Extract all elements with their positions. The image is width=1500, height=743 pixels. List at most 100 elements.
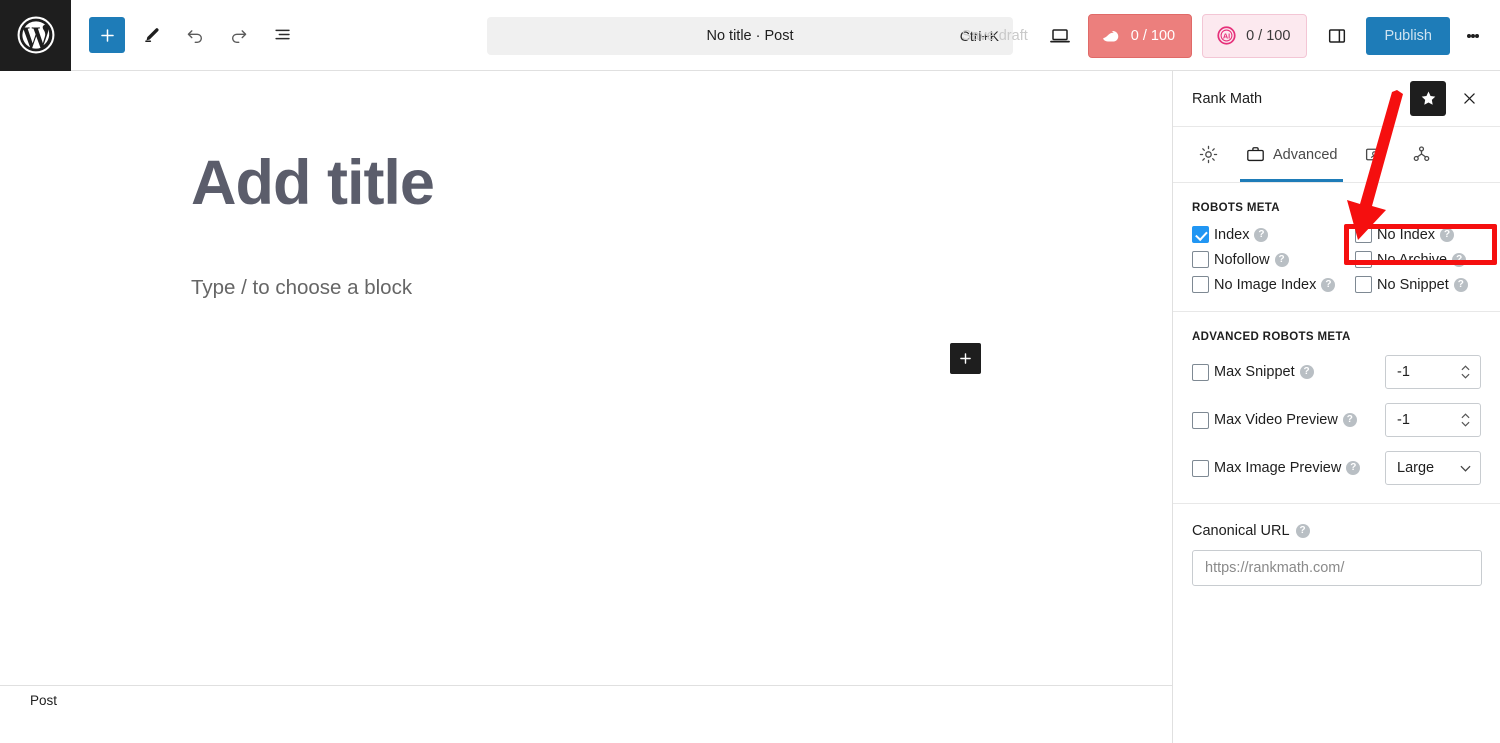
checkbox-no-image-index[interactable] bbox=[1192, 276, 1209, 293]
help-question-icon[interactable]: ? bbox=[1274, 252, 1289, 267]
rank-math-favorite-button[interactable] bbox=[1410, 81, 1446, 116]
add-block-button[interactable] bbox=[89, 17, 125, 53]
rank-math-tabs: Advanced bbox=[1173, 127, 1500, 183]
seo-score-badge[interactable]: 0 / 100 bbox=[1087, 13, 1193, 58]
save-draft-button[interactable]: Save draft bbox=[962, 28, 1028, 44]
preview-button[interactable] bbox=[1042, 18, 1078, 54]
max-video-preview-left: Max Video Preview ? bbox=[1192, 411, 1385, 429]
seo-score-value: 0 / 100 bbox=[1130, 27, 1176, 44]
checkbox-max-video-preview[interactable] bbox=[1192, 411, 1209, 429]
toolbar-right-group: Save draft 0 / 100 AI 0 / 100 Publish bbox=[962, 0, 1490, 71]
tab-advanced[interactable]: Advanced bbox=[1234, 127, 1349, 182]
edit-tools-button[interactable] bbox=[133, 17, 169, 53]
checkbox-row-no-image-index[interactable]: No Image Index ? bbox=[1192, 276, 1355, 293]
chevron-down-icon bbox=[1460, 421, 1470, 427]
editor-options-button[interactable] bbox=[1456, 17, 1490, 55]
close-icon bbox=[1463, 93, 1475, 104]
label-max-video-preview: Max Video Preview bbox=[1214, 412, 1338, 428]
rank-math-title: Rank Math bbox=[1192, 90, 1263, 107]
command-center-search[interactable]: No title · Post Ctrl+K bbox=[487, 17, 1013, 55]
ai-score-badge[interactable]: AI 0 / 100 bbox=[1202, 13, 1308, 58]
label-no-image-index: No Image Index bbox=[1214, 276, 1317, 293]
checkbox-row-nofollow[interactable]: Nofollow ? bbox=[1192, 251, 1355, 268]
help-question-icon[interactable]: ? bbox=[1254, 227, 1269, 242]
max-snippet-stepper[interactable] bbox=[1458, 365, 1480, 379]
label-index: Index bbox=[1214, 226, 1250, 243]
command-center-title: No title · Post bbox=[706, 28, 794, 44]
canonical-url-section: Canonical URL ? bbox=[1173, 504, 1500, 604]
wordpress-block-editor: No title · Post Ctrl+K Save draft 0 / 10… bbox=[0, 0, 1500, 743]
briefcase-advanced-icon bbox=[1247, 147, 1264, 162]
checkbox-row-no-snippet[interactable]: No Snippet ? bbox=[1355, 276, 1481, 293]
tab-schema[interactable] bbox=[1400, 127, 1443, 182]
rank-math-bird-icon bbox=[1103, 30, 1119, 41]
label-max-snippet: Max Snippet bbox=[1214, 364, 1295, 380]
checkbox-row-no-index[interactable]: No Index ? bbox=[1355, 226, 1481, 243]
tab-advanced-label: Advanced bbox=[1273, 146, 1338, 163]
label-no-snippet: No Snippet bbox=[1377, 276, 1449, 293]
chevron-up-icon bbox=[1460, 365, 1470, 371]
editor-top-toolbar: No title · Post Ctrl+K Save draft 0 / 10… bbox=[0, 0, 1500, 71]
post-title-input[interactable]: Add title bbox=[191, 147, 435, 219]
max-snippet-left: Max Snippet ? bbox=[1192, 363, 1385, 381]
gear-general-icon bbox=[1199, 145, 1218, 164]
max-video-preview-stepper[interactable] bbox=[1458, 413, 1480, 427]
wordpress-logo-button[interactable] bbox=[0, 0, 71, 71]
help-question-icon[interactable]: ? bbox=[1342, 413, 1357, 427]
max-image-preview-row: Max Image Preview ? Large bbox=[1192, 451, 1481, 485]
checkbox-max-snippet[interactable] bbox=[1192, 363, 1209, 381]
chevron-down-icon bbox=[1460, 373, 1470, 379]
max-snippet-input[interactable]: -1 bbox=[1385, 355, 1481, 389]
settings-sidebar-icon bbox=[1329, 28, 1346, 43]
checkbox-row-index[interactable]: Index ? bbox=[1192, 226, 1355, 243]
inserter-add-block-button[interactable] bbox=[950, 343, 981, 374]
help-question-icon[interactable]: ? bbox=[1299, 365, 1314, 379]
tab-social[interactable] bbox=[1353, 127, 1396, 182]
checkbox-no-index[interactable] bbox=[1355, 226, 1372, 243]
checkbox-nofollow[interactable] bbox=[1192, 251, 1209, 268]
checkbox-no-archive[interactable] bbox=[1355, 251, 1372, 268]
checkbox-max-image-preview[interactable] bbox=[1192, 459, 1209, 477]
chevron-down-icon bbox=[1460, 465, 1471, 472]
chevron-up-icon bbox=[1460, 413, 1470, 419]
rank-math-sidebar: Rank Math Advanced ROBOTS META Index ? N… bbox=[1172, 71, 1500, 743]
help-question-icon[interactable]: ? bbox=[1346, 461, 1361, 475]
advanced-robots-meta-section: ADVANCED ROBOTS META Max Snippet ? -1 Ma… bbox=[1173, 312, 1500, 504]
canonical-url-input[interactable] bbox=[1192, 550, 1482, 586]
canonical-url-label-row: Canonical URL ? bbox=[1192, 523, 1481, 539]
checkbox-row-no-archive[interactable]: No Archive ? bbox=[1355, 251, 1481, 268]
star-favorite-icon bbox=[1421, 91, 1435, 105]
help-question-icon[interactable]: ? bbox=[1452, 252, 1467, 267]
plus-icon bbox=[100, 28, 114, 42]
help-question-icon[interactable]: ? bbox=[1453, 277, 1468, 292]
plus-icon bbox=[960, 353, 971, 364]
max-video-preview-input[interactable]: -1 bbox=[1385, 403, 1481, 437]
label-max-image-preview: Max Image Preview bbox=[1214, 460, 1342, 476]
max-image-preview-select[interactable]: Large bbox=[1385, 451, 1481, 485]
rank-math-close-button[interactable] bbox=[1452, 82, 1486, 116]
help-question-icon[interactable]: ? bbox=[1321, 277, 1336, 292]
default-block-input[interactable]: Type / to choose a block bbox=[191, 276, 412, 300]
help-question-icon[interactable]: ? bbox=[1440, 227, 1455, 242]
label-no-archive: No Archive bbox=[1377, 251, 1448, 268]
breadcrumb-post[interactable]: Post bbox=[0, 693, 57, 708]
schema-share-icon bbox=[1413, 146, 1429, 162]
max-video-preview-value: -1 bbox=[1397, 412, 1410, 428]
label-nofollow: Nofollow bbox=[1214, 251, 1270, 268]
tab-general[interactable] bbox=[1187, 127, 1230, 182]
document-overview-button[interactable] bbox=[265, 17, 301, 53]
redo-button[interactable] bbox=[221, 17, 257, 53]
checkbox-no-snippet[interactable] bbox=[1355, 276, 1372, 293]
max-video-preview-row: Max Video Preview ? -1 bbox=[1192, 403, 1481, 437]
help-question-icon[interactable]: ? bbox=[1295, 524, 1310, 538]
ai-score-value: 0 / 100 bbox=[1246, 27, 1291, 44]
svg-text:AI: AI bbox=[1223, 32, 1230, 41]
settings-sidebar-toggle[interactable] bbox=[1319, 18, 1355, 54]
advanced-robots-meta-heading: ADVANCED ROBOTS META bbox=[1192, 331, 1351, 343]
max-image-preview-caret[interactable] bbox=[1460, 465, 1480, 472]
social-card-icon bbox=[1365, 148, 1383, 161]
robots-meta-heading: ROBOTS META bbox=[1192, 202, 1280, 214]
checkbox-index[interactable] bbox=[1192, 226, 1209, 243]
publish-button[interactable]: Publish bbox=[1366, 16, 1450, 55]
undo-button[interactable] bbox=[177, 17, 213, 53]
